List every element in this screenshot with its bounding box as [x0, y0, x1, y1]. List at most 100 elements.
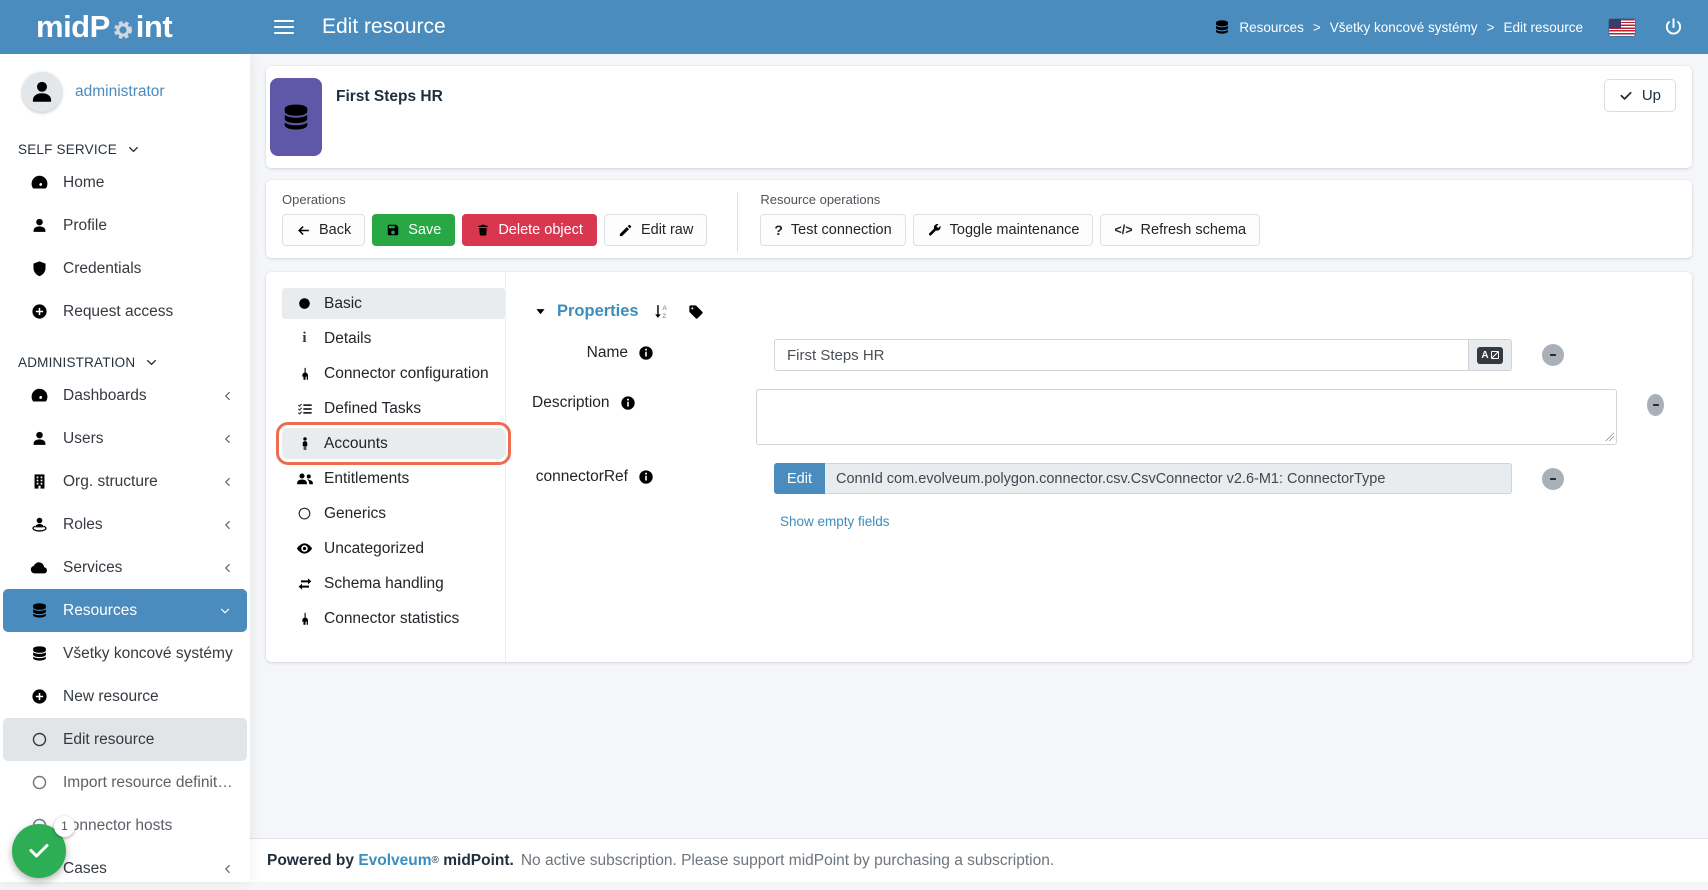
- breadcrumb-separator: >: [1313, 20, 1321, 35]
- properties-form: Properties Name A: [506, 272, 1692, 662]
- logout-power-icon[interactable]: [1663, 17, 1684, 38]
- description-row: Description: [532, 389, 1664, 445]
- chevron-left-icon: [222, 863, 234, 875]
- chevron-left-icon: [222, 433, 234, 445]
- edit-connector-button[interactable]: Edit: [774, 463, 825, 494]
- tab-entitlements[interactable]: Entitlements: [282, 463, 505, 494]
- tag-icon[interactable]: [688, 304, 704, 320]
- notification-count-badge[interactable]: 1: [54, 816, 75, 837]
- info-icon[interactable]: [638, 469, 654, 485]
- sidebar-item-all-resources[interactable]: Všetky koncové systémy: [0, 632, 250, 675]
- subscription-message: No active subscription. Please support m…: [521, 852, 1054, 870]
- breadcrumb-resources[interactable]: Resources: [1239, 20, 1304, 35]
- tab-defined-tasks[interactable]: Defined Tasks: [282, 393, 505, 424]
- caret-down-icon[interactable]: [534, 305, 547, 318]
- footer: Powered by Evolveum® midPoint. No active…: [250, 838, 1708, 882]
- info-letter-icon: i: [302, 331, 306, 346]
- top-navbar: midPint Edit resource Resources > Všetky…: [0, 0, 1708, 54]
- chevron-down-icon: [145, 356, 158, 369]
- sidebar-item-profile[interactable]: Profile: [0, 204, 250, 247]
- sidebar-item-resources[interactable]: Resources: [3, 589, 247, 632]
- section-self-service[interactable]: SELF SERVICE: [0, 120, 250, 161]
- circle-outline-icon: [297, 506, 312, 521]
- role-icon: [30, 515, 49, 534]
- delete-object-button[interactable]: Delete object: [462, 214, 597, 246]
- user-icon: [31, 217, 48, 234]
- operations-group: Operations Back Save Delete object Edit …: [282, 192, 707, 258]
- refresh-schema-button[interactable]: </> Refresh schema: [1100, 214, 1260, 246]
- sidebar-item-home[interactable]: Home: [0, 161, 250, 204]
- edit-raw-button[interactable]: Edit raw: [604, 214, 707, 246]
- wrench-icon: [927, 223, 942, 238]
- main-content: First Steps HR Up Operations Back Save D…: [250, 54, 1708, 882]
- user-icon: [29, 79, 55, 105]
- description-textarea[interactable]: [756, 389, 1618, 445]
- tab-connector-configuration[interactable]: Connector configuration: [282, 358, 505, 389]
- sidebar-item-credentials[interactable]: Credentials: [0, 247, 250, 290]
- locale-flag-us[interactable]: [1609, 19, 1635, 36]
- sidebar-item-roles[interactable]: Roles: [0, 503, 250, 546]
- sidebar-item-import-resource[interactable]: Import resource definit…: [0, 761, 250, 804]
- resource-operations-group: Resource operations ? Test connection To…: [760, 192, 1260, 258]
- properties-title[interactable]: Properties: [557, 302, 639, 321]
- person-icon: [297, 436, 313, 452]
- dashboard-icon: [30, 173, 49, 192]
- remove-connector-button[interactable]: [1542, 468, 1564, 490]
- minus-icon: [1650, 399, 1662, 411]
- check-icon: [1619, 89, 1633, 103]
- up-button[interactable]: Up: [1604, 79, 1676, 112]
- tab-connector-statistics[interactable]: Connector statistics: [282, 603, 505, 634]
- name-label: Name: [532, 339, 628, 362]
- translate-icon: A: [1477, 347, 1503, 364]
- sidebar-item-request-access[interactable]: Request access: [0, 290, 250, 333]
- user-panel: administrator: [0, 54, 250, 120]
- evolveum-link[interactable]: Evolveum: [358, 852, 431, 870]
- test-connection-button[interactable]: ? Test connection: [760, 214, 905, 246]
- question-icon: ?: [774, 222, 783, 238]
- database-icon: [31, 602, 48, 619]
- sidebar-item-users[interactable]: Users: [0, 417, 250, 460]
- divider: [737, 192, 738, 252]
- building-icon: [31, 473, 48, 490]
- sidebar: administrator SELF SERVICE Home Profile …: [0, 54, 250, 882]
- tab-schema-handling[interactable]: Schema handling: [282, 568, 505, 599]
- breadcrumb: Resources > Všetky koncové systémy > Edi…: [1214, 19, 1583, 35]
- operations-panel: Operations Back Save Delete object Edit …: [266, 180, 1692, 258]
- toggle-maintenance-button[interactable]: Toggle maintenance: [913, 214, 1094, 246]
- check-icon: [27, 839, 51, 863]
- sidebar-item-dashboards[interactable]: Dashboards: [0, 374, 250, 417]
- resource-summary-panel: First Steps HR Up: [266, 66, 1692, 168]
- save-icon: [386, 223, 400, 237]
- sidebar-item-org-structure[interactable]: Org. structure: [0, 460, 250, 503]
- username-link[interactable]: administrator: [75, 83, 165, 101]
- sidebar-item-new-resource[interactable]: New resource: [0, 675, 250, 718]
- sort-icon[interactable]: [653, 303, 670, 320]
- back-button[interactable]: Back: [282, 214, 365, 246]
- tab-basic[interactable]: Basic: [282, 288, 505, 319]
- show-empty-fields-link[interactable]: Show empty fields: [780, 514, 890, 529]
- connector-ref-row: connectorRef Edit ConnId com.evolveum.po…: [532, 463, 1664, 494]
- menu-toggle-icon[interactable]: [274, 20, 294, 34]
- sidebar-item-edit-resource[interactable]: Edit resource: [3, 718, 247, 761]
- gear-icon: [112, 19, 134, 41]
- language-button[interactable]: A: [1468, 339, 1512, 371]
- midpoint-logo[interactable]: midPint: [0, 9, 250, 45]
- tab-details[interactable]: i Details: [282, 323, 505, 354]
- minus-icon: [1547, 349, 1559, 361]
- info-icon[interactable]: [638, 345, 654, 361]
- tab-generics[interactable]: Generics: [282, 498, 505, 529]
- remove-description-button[interactable]: [1647, 394, 1664, 416]
- breadcrumb-all-resources[interactable]: Všetky koncové systémy: [1330, 20, 1478, 35]
- code-icon: </>: [1114, 223, 1132, 237]
- resource-details-panel: Basic i Details Connector configuration …: [266, 272, 1692, 662]
- breadcrumb-separator: >: [1487, 20, 1495, 35]
- operations-label: Operations: [282, 192, 707, 207]
- sidebar-item-services[interactable]: Services: [0, 546, 250, 589]
- section-administration[interactable]: ADMINISTRATION: [0, 333, 250, 374]
- info-icon[interactable]: [620, 395, 636, 411]
- tab-accounts[interactable]: Accounts: [282, 428, 505, 459]
- remove-name-button[interactable]: [1542, 344, 1564, 366]
- tab-uncategorized[interactable]: Uncategorized: [282, 533, 505, 564]
- save-button[interactable]: Save: [372, 214, 455, 246]
- name-input[interactable]: [774, 339, 1468, 371]
